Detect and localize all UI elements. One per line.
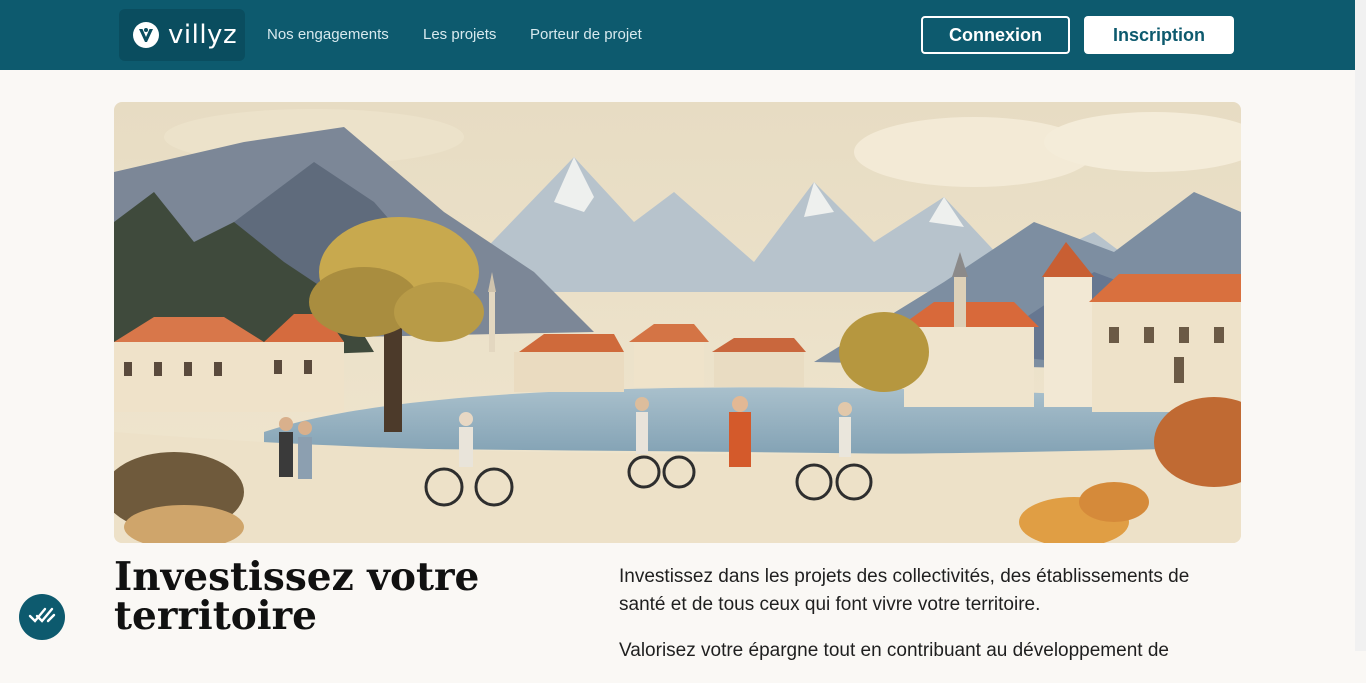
- nav-link-les-projets[interactable]: Les projets: [423, 26, 496, 43]
- logo-text: villyz: [168, 20, 238, 50]
- page-title: Investissez votre territoire: [114, 554, 480, 639]
- intro-paragraph-2: Valorisez votre épargne tout en contribu…: [619, 640, 1169, 661]
- nav-link-nos-engagements[interactable]: Nos engagements: [267, 26, 389, 43]
- hero-illustration: [114, 102, 1241, 543]
- intro-text: Investissez dans les projets des collect…: [619, 563, 1239, 683]
- top-navigation-bar: villyz Nos engagements Les projets Porte…: [0, 0, 1366, 70]
- floating-action-button[interactable]: [19, 594, 65, 640]
- double-check-icon: [28, 604, 56, 631]
- villyz-logo[interactable]: villyz: [119, 9, 245, 61]
- login-button[interactable]: Connexion: [921, 16, 1070, 54]
- villyz-logo-mark-icon: [133, 22, 159, 48]
- mountain-village-lake-illustration: [114, 102, 1241, 543]
- page-scrollbar[interactable]: [1355, 0, 1366, 651]
- intro-paragraph-1: Investissez dans les projets des collect…: [619, 566, 1190, 615]
- signup-button[interactable]: Inscription: [1084, 16, 1234, 54]
- nav-link-porteur-de-projet[interactable]: Porteur de projet: [530, 26, 642, 43]
